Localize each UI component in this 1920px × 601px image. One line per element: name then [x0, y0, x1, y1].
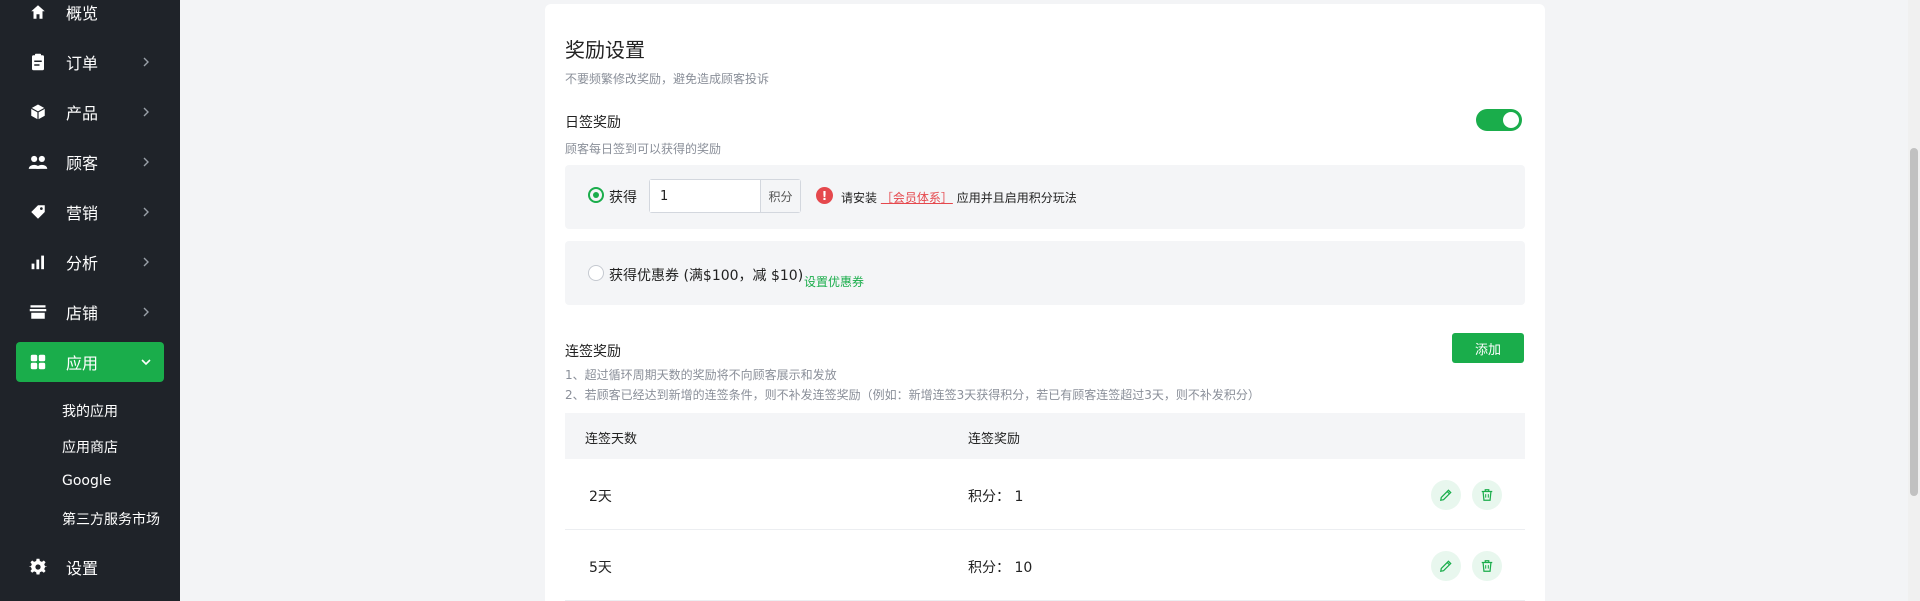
chevron-right-icon	[136, 52, 156, 72]
page-subtitle: 不要频繁修改奖励，避免造成顾客投诉	[565, 72, 770, 86]
warning-prefix: 请安装	[841, 191, 878, 205]
row-days: 2天	[589, 489, 612, 505]
daily-reward-hint: 顾客每日签到可以获得的奖励	[565, 142, 722, 156]
sidebar-subitem-my-apps[interactable]: 我的应用	[62, 401, 118, 421]
coupon-option-box: 获得优惠券 (满$100，减 $10) 设置优惠券	[565, 241, 1525, 305]
sidebar-item-analytics[interactable]: 分析	[16, 242, 164, 282]
sidebar-item-apps[interactable]: 应用	[16, 342, 164, 382]
row-days: 5天	[589, 560, 612, 576]
sidebar-item-overview[interactable]: 概览	[16, 0, 164, 32]
consecutive-note-1: 1、超过循环周期天数的奖励将不向顾客展示和发放	[565, 368, 837, 382]
points-option-box: 获得 积分 ! 请安装 ［会员体系］ 应用并且启用积分玩法	[565, 165, 1525, 229]
tag-icon	[28, 202, 48, 222]
coupon-radio[interactable]	[588, 265, 604, 281]
set-coupon-link[interactable]: 设置优惠券	[804, 273, 864, 290]
sidebar-subitem-google[interactable]: Google	[62, 473, 111, 489]
sidebar-item-label: 概览	[66, 4, 99, 23]
row-reward: 积分： 10	[968, 560, 1033, 576]
chevron-right-icon	[136, 302, 156, 322]
users-icon	[28, 152, 48, 172]
page-title: 奖励设置	[565, 38, 645, 62]
sidebar-subitem-service-market[interactable]: 第三方服务市场	[62, 509, 160, 529]
sidebar-item-marketing[interactable]: 营销	[16, 192, 164, 232]
sidebar-item-label: 订单	[66, 54, 99, 73]
delete-button[interactable]	[1472, 480, 1502, 510]
add-button[interactable]: 添加	[1452, 333, 1524, 363]
consecutive-note-2: 2、若顾客已经达到新增的连签条件，则不补发连签奖励（例如：新增连签3天获得积分，…	[565, 388, 1260, 402]
edit-button[interactable]	[1431, 551, 1461, 581]
warning-icon: !	[816, 187, 833, 204]
pencil-icon	[1439, 560, 1452, 573]
store-icon	[28, 302, 48, 322]
trash-icon	[1481, 560, 1493, 572]
gear-icon	[28, 557, 48, 577]
points-input-group: 积分	[649, 179, 801, 213]
delete-button[interactable]	[1472, 551, 1502, 581]
chevron-right-icon	[136, 152, 156, 172]
sidebar-subitem-app-store[interactable]: 应用商店	[62, 437, 118, 457]
sidebar-item-customers[interactable]: 顾客	[16, 142, 164, 182]
edit-button[interactable]	[1431, 480, 1461, 510]
chevron-right-icon	[136, 202, 156, 222]
scrollbar-thumb[interactable]	[1910, 148, 1918, 496]
pencil-icon	[1439, 489, 1452, 502]
toggle-knob	[1503, 112, 1519, 128]
apps-icon	[28, 352, 48, 372]
row-reward: 积分： 1	[968, 489, 1024, 505]
page-scrollbar[interactable]	[1908, 0, 1920, 601]
chevron-right-icon	[136, 252, 156, 272]
trash-icon	[1481, 489, 1493, 501]
sidebar: 概览 订单 产品 顾客 营销 分析 店铺 应用 我的应用 应用商店 Google…	[0, 0, 180, 601]
warning-text: 请安装 ［会员体系］ 应用并且启用积分玩法	[841, 189, 1077, 206]
clipboard-icon	[28, 52, 48, 72]
table-row: 2天 积分： 1	[565, 459, 1525, 530]
sidebar-item-orders[interactable]: 订单	[16, 42, 164, 82]
coupon-option-label: 获得优惠券 (满$100，减 $10)	[609, 268, 804, 284]
sidebar-item-products[interactable]: 产品	[16, 92, 164, 132]
daily-reward-label: 日签奖励	[565, 115, 621, 131]
sidebar-item-label: 产品	[66, 104, 99, 123]
chevron-right-icon	[136, 102, 156, 122]
sidebar-item-store[interactable]: 店铺	[16, 292, 164, 332]
daily-reward-toggle[interactable]	[1476, 109, 1522, 131]
sidebar-item-label: 顾客	[66, 154, 99, 173]
sidebar-item-settings[interactable]: 设置	[16, 547, 164, 587]
points-option-label: 获得	[609, 190, 637, 206]
table-row: 5天 积分： 10	[565, 530, 1525, 601]
points-input[interactable]	[650, 180, 760, 212]
column-reward: 连签奖励	[968, 432, 1021, 447]
warning-suffix: 应用并且启用积分玩法	[956, 191, 1077, 205]
consecutive-reward-label: 连签奖励	[565, 344, 621, 360]
box-icon	[28, 102, 48, 122]
sidebar-item-label: 应用	[66, 354, 99, 373]
points-radio[interactable]	[588, 187, 604, 203]
column-days: 连签天数	[585, 432, 638, 447]
sidebar-item-label: 店铺	[66, 304, 99, 323]
table-header: 连签天数 连签奖励	[565, 413, 1525, 459]
sidebar-item-label: 营销	[66, 204, 99, 223]
bar-chart-icon	[28, 252, 48, 272]
chevron-down-icon	[136, 352, 156, 372]
reward-settings-card: 奖励设置 不要频繁修改奖励，避免造成顾客投诉 日签奖励 顾客每日签到可以获得的奖…	[545, 4, 1545, 601]
member-system-link[interactable]: ［会员体系］	[881, 191, 953, 205]
points-unit: 积分	[760, 180, 800, 212]
sidebar-item-label: 分析	[66, 254, 99, 273]
sidebar-item-label: 设置	[66, 559, 99, 578]
home-icon	[28, 2, 48, 22]
